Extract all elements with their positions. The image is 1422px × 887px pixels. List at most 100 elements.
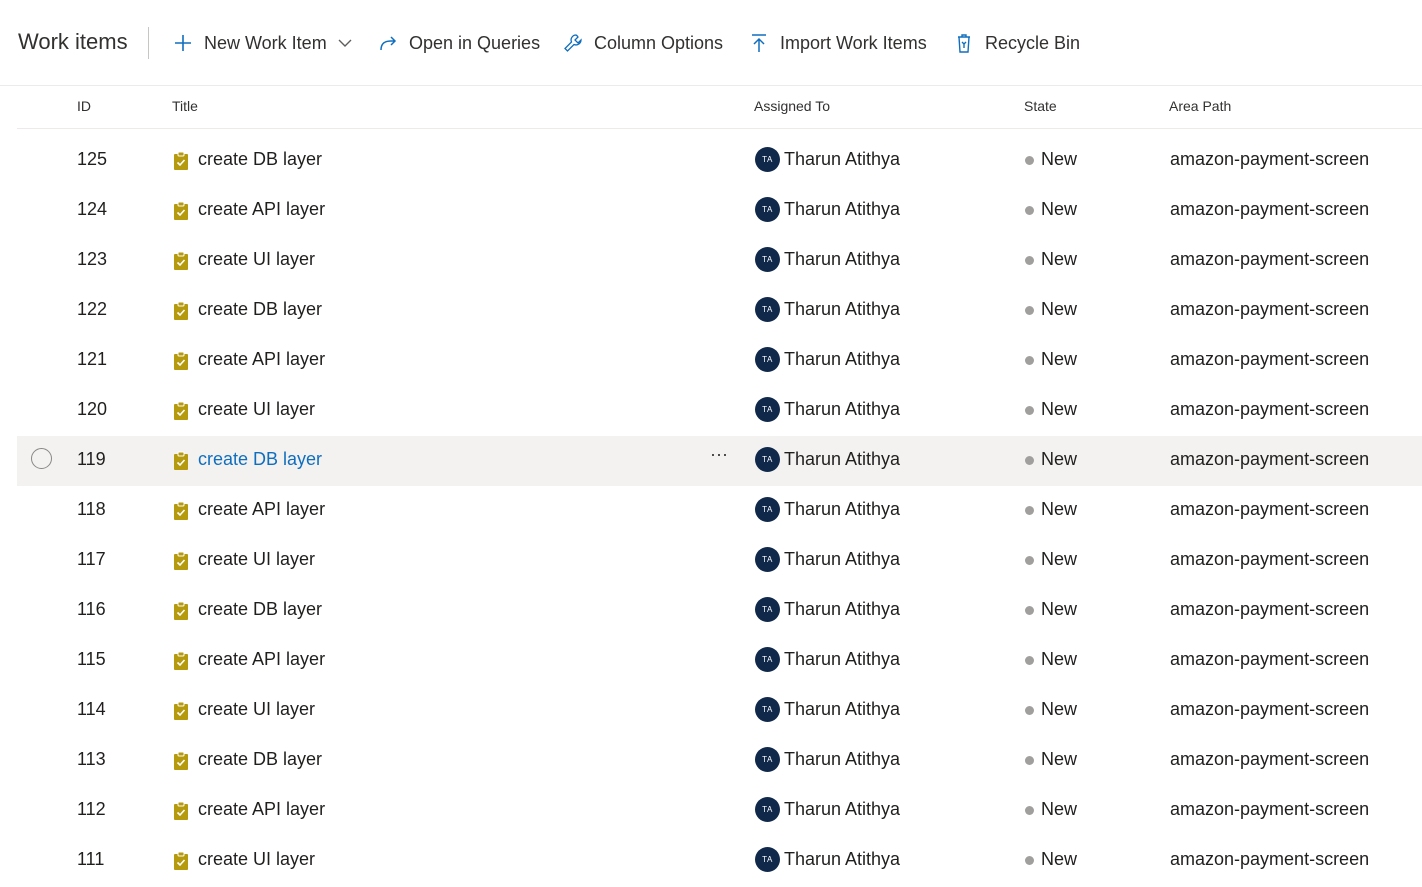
- work-item-title-link[interactable]: create DB layer: [198, 149, 322, 170]
- avatar: TA: [755, 497, 780, 522]
- assigned-to-name: Tharun Atithya: [784, 649, 901, 669]
- state-label: New: [1041, 149, 1078, 169]
- task-icon: [173, 601, 189, 621]
- new-work-item-button[interactable]: New Work Item: [172, 28, 353, 58]
- state-dot-icon: [1025, 656, 1034, 665]
- column-header-state[interactable]: State: [1024, 98, 1057, 114]
- new-work-item-label: New Work Item: [204, 32, 327, 53]
- task-icon: [173, 401, 189, 421]
- work-item-id: 112: [77, 799, 106, 819]
- work-item-title-link[interactable]: create DB layer: [198, 749, 322, 770]
- avatar: TA: [755, 247, 780, 272]
- work-item-id: 123: [77, 249, 108, 269]
- table-row[interactable]: 117create UI layer···TATharun AtithyaNew…: [17, 536, 1422, 586]
- work-item-title-link[interactable]: create API layer: [198, 199, 325, 220]
- work-item-title-link[interactable]: create UI layer: [198, 699, 315, 720]
- table-row[interactable]: 112create API layer···TATharun AtithyaNe…: [17, 786, 1422, 836]
- table-row[interactable]: 115create API layer···TATharun AtithyaNe…: [17, 636, 1422, 686]
- assigned-to-name: Tharun Atithya: [784, 699, 901, 719]
- area-path: amazon-payment-screen: [1170, 799, 1370, 819]
- area-path: amazon-payment-screen: [1170, 399, 1370, 419]
- table-row[interactable]: 120create UI layer···TATharun AtithyaNew…: [17, 386, 1422, 436]
- table-row[interactable]: 119 create DB layer ··· TA Tharun Atithya New…: [17, 436, 1422, 486]
- state-label: New: [1041, 399, 1078, 419]
- table-row[interactable]: 116create DB layer···TATharun AtithyaNew…: [17, 586, 1422, 636]
- import-work-items-button[interactable]: Import Work Items: [748, 28, 927, 58]
- column-header-area-path[interactable]: Area Path: [1169, 98, 1231, 114]
- chevron-down-icon[interactable]: [337, 38, 353, 48]
- table-row[interactable]: 125create DB layer···TATharun AtithyaNew…: [17, 136, 1422, 186]
- work-item-title-link[interactable]: create DB layer: [198, 299, 322, 320]
- table-row[interactable]: 111create UI layer···TATharun AtithyaNew…: [17, 836, 1422, 886]
- table-row[interactable]: 124create API layer···TATharun AtithyaNe…: [17, 186, 1422, 236]
- table-row[interactable]: 123create UI layer···TATharun AtithyaNew…: [17, 236, 1422, 286]
- work-item-id: 115: [77, 649, 106, 669]
- task-icon: [173, 701, 189, 721]
- area-path: amazon-payment-screen: [1170, 749, 1370, 769]
- avatar: TA: [755, 797, 780, 822]
- avatar: TA: [755, 597, 780, 622]
- page-title: Work items: [18, 29, 128, 54]
- work-item-title-link[interactable]: create API layer: [198, 649, 325, 670]
- open-in-queries-button[interactable]: Open in Queries: [377, 28, 540, 58]
- work-item-id: 118: [77, 499, 106, 519]
- work-item-title-link[interactable]: create API layer: [198, 499, 325, 520]
- state-label: New: [1041, 599, 1078, 619]
- row-select-checkbox[interactable]: [31, 448, 52, 469]
- state-label: New: [1041, 549, 1078, 569]
- state-dot-icon: [1025, 756, 1034, 765]
- state-dot-icon: [1025, 806, 1034, 815]
- table-row[interactable]: 121create API layer···TATharun AtithyaNe…: [17, 336, 1422, 386]
- task-icon: [173, 501, 189, 521]
- work-item-id: 117: [77, 549, 106, 569]
- avatar: TA: [755, 397, 780, 422]
- work-item-title-link[interactable]: create UI layer: [198, 399, 315, 420]
- work-item-title-link[interactable]: create UI layer: [198, 849, 315, 870]
- state-label: New: [1041, 249, 1078, 269]
- column-options-button[interactable]: Column Options: [562, 28, 723, 58]
- work-item-title-link[interactable]: create UI layer: [198, 249, 315, 270]
- avatar: TA: [755, 347, 780, 372]
- work-item-title-link[interactable]: create UI layer: [198, 549, 315, 570]
- table-row[interactable]: 122create DB layer···TATharun AtithyaNew…: [17, 286, 1422, 336]
- state-label: New: [1041, 299, 1078, 319]
- open-in-queries-label: Open in Queries: [409, 32, 541, 53]
- toolbar-divider: [148, 27, 149, 59]
- avatar: TA: [755, 147, 780, 172]
- recycle-bin-button[interactable]: Recycle Bin: [953, 28, 1080, 58]
- recycle-bin-label: Recycle Bin: [985, 32, 1081, 53]
- work-item-title-link[interactable]: create DB layer: [198, 599, 322, 620]
- column-header-id[interactable]: ID: [77, 98, 91, 114]
- task-icon: [173, 351, 189, 371]
- assigned-to-name: Tharun Atithya: [784, 849, 901, 869]
- state-label: New: [1041, 449, 1078, 469]
- area-path: amazon-payment-screen: [1170, 549, 1370, 569]
- table-row[interactable]: 113create DB layer···TATharun AtithyaNew…: [17, 736, 1422, 786]
- plus-icon: [172, 32, 194, 54]
- task-icon: [173, 151, 189, 171]
- work-item-id: 121: [77, 349, 108, 369]
- state-label: New: [1041, 799, 1078, 819]
- work-item-id: 124: [77, 199, 108, 219]
- work-item-title-link[interactable]: create API layer: [198, 349, 325, 370]
- avatar: TA: [755, 297, 780, 322]
- avatar: TA: [755, 447, 780, 472]
- work-item-title-link[interactable]: create DB layer: [198, 449, 322, 470]
- table-row[interactable]: 118create API layer···TATharun AtithyaNe…: [17, 486, 1422, 536]
- state-dot-icon: [1025, 456, 1034, 465]
- column-header-assigned-to[interactable]: Assigned To: [754, 98, 830, 114]
- avatar: TA: [755, 847, 780, 872]
- state-dot-icon: [1025, 506, 1034, 515]
- work-item-id: 114: [77, 699, 106, 719]
- table-row[interactable]: 114create UI layer···TATharun AtithyaNew…: [17, 686, 1422, 736]
- task-icon: [173, 451, 189, 471]
- assigned-to-name: Tharun Atithya: [784, 149, 901, 169]
- assigned-to-name: Tharun Atithya: [784, 449, 901, 469]
- more-actions-button[interactable]: ···: [707, 444, 731, 474]
- work-item-title-link[interactable]: create API layer: [198, 799, 325, 820]
- column-header-title[interactable]: Title: [172, 98, 198, 114]
- work-item-id: 116: [77, 599, 106, 619]
- work-item-id: 125: [77, 149, 108, 169]
- state-dot-icon: [1025, 606, 1034, 615]
- work-item-id: 122: [77, 299, 108, 319]
